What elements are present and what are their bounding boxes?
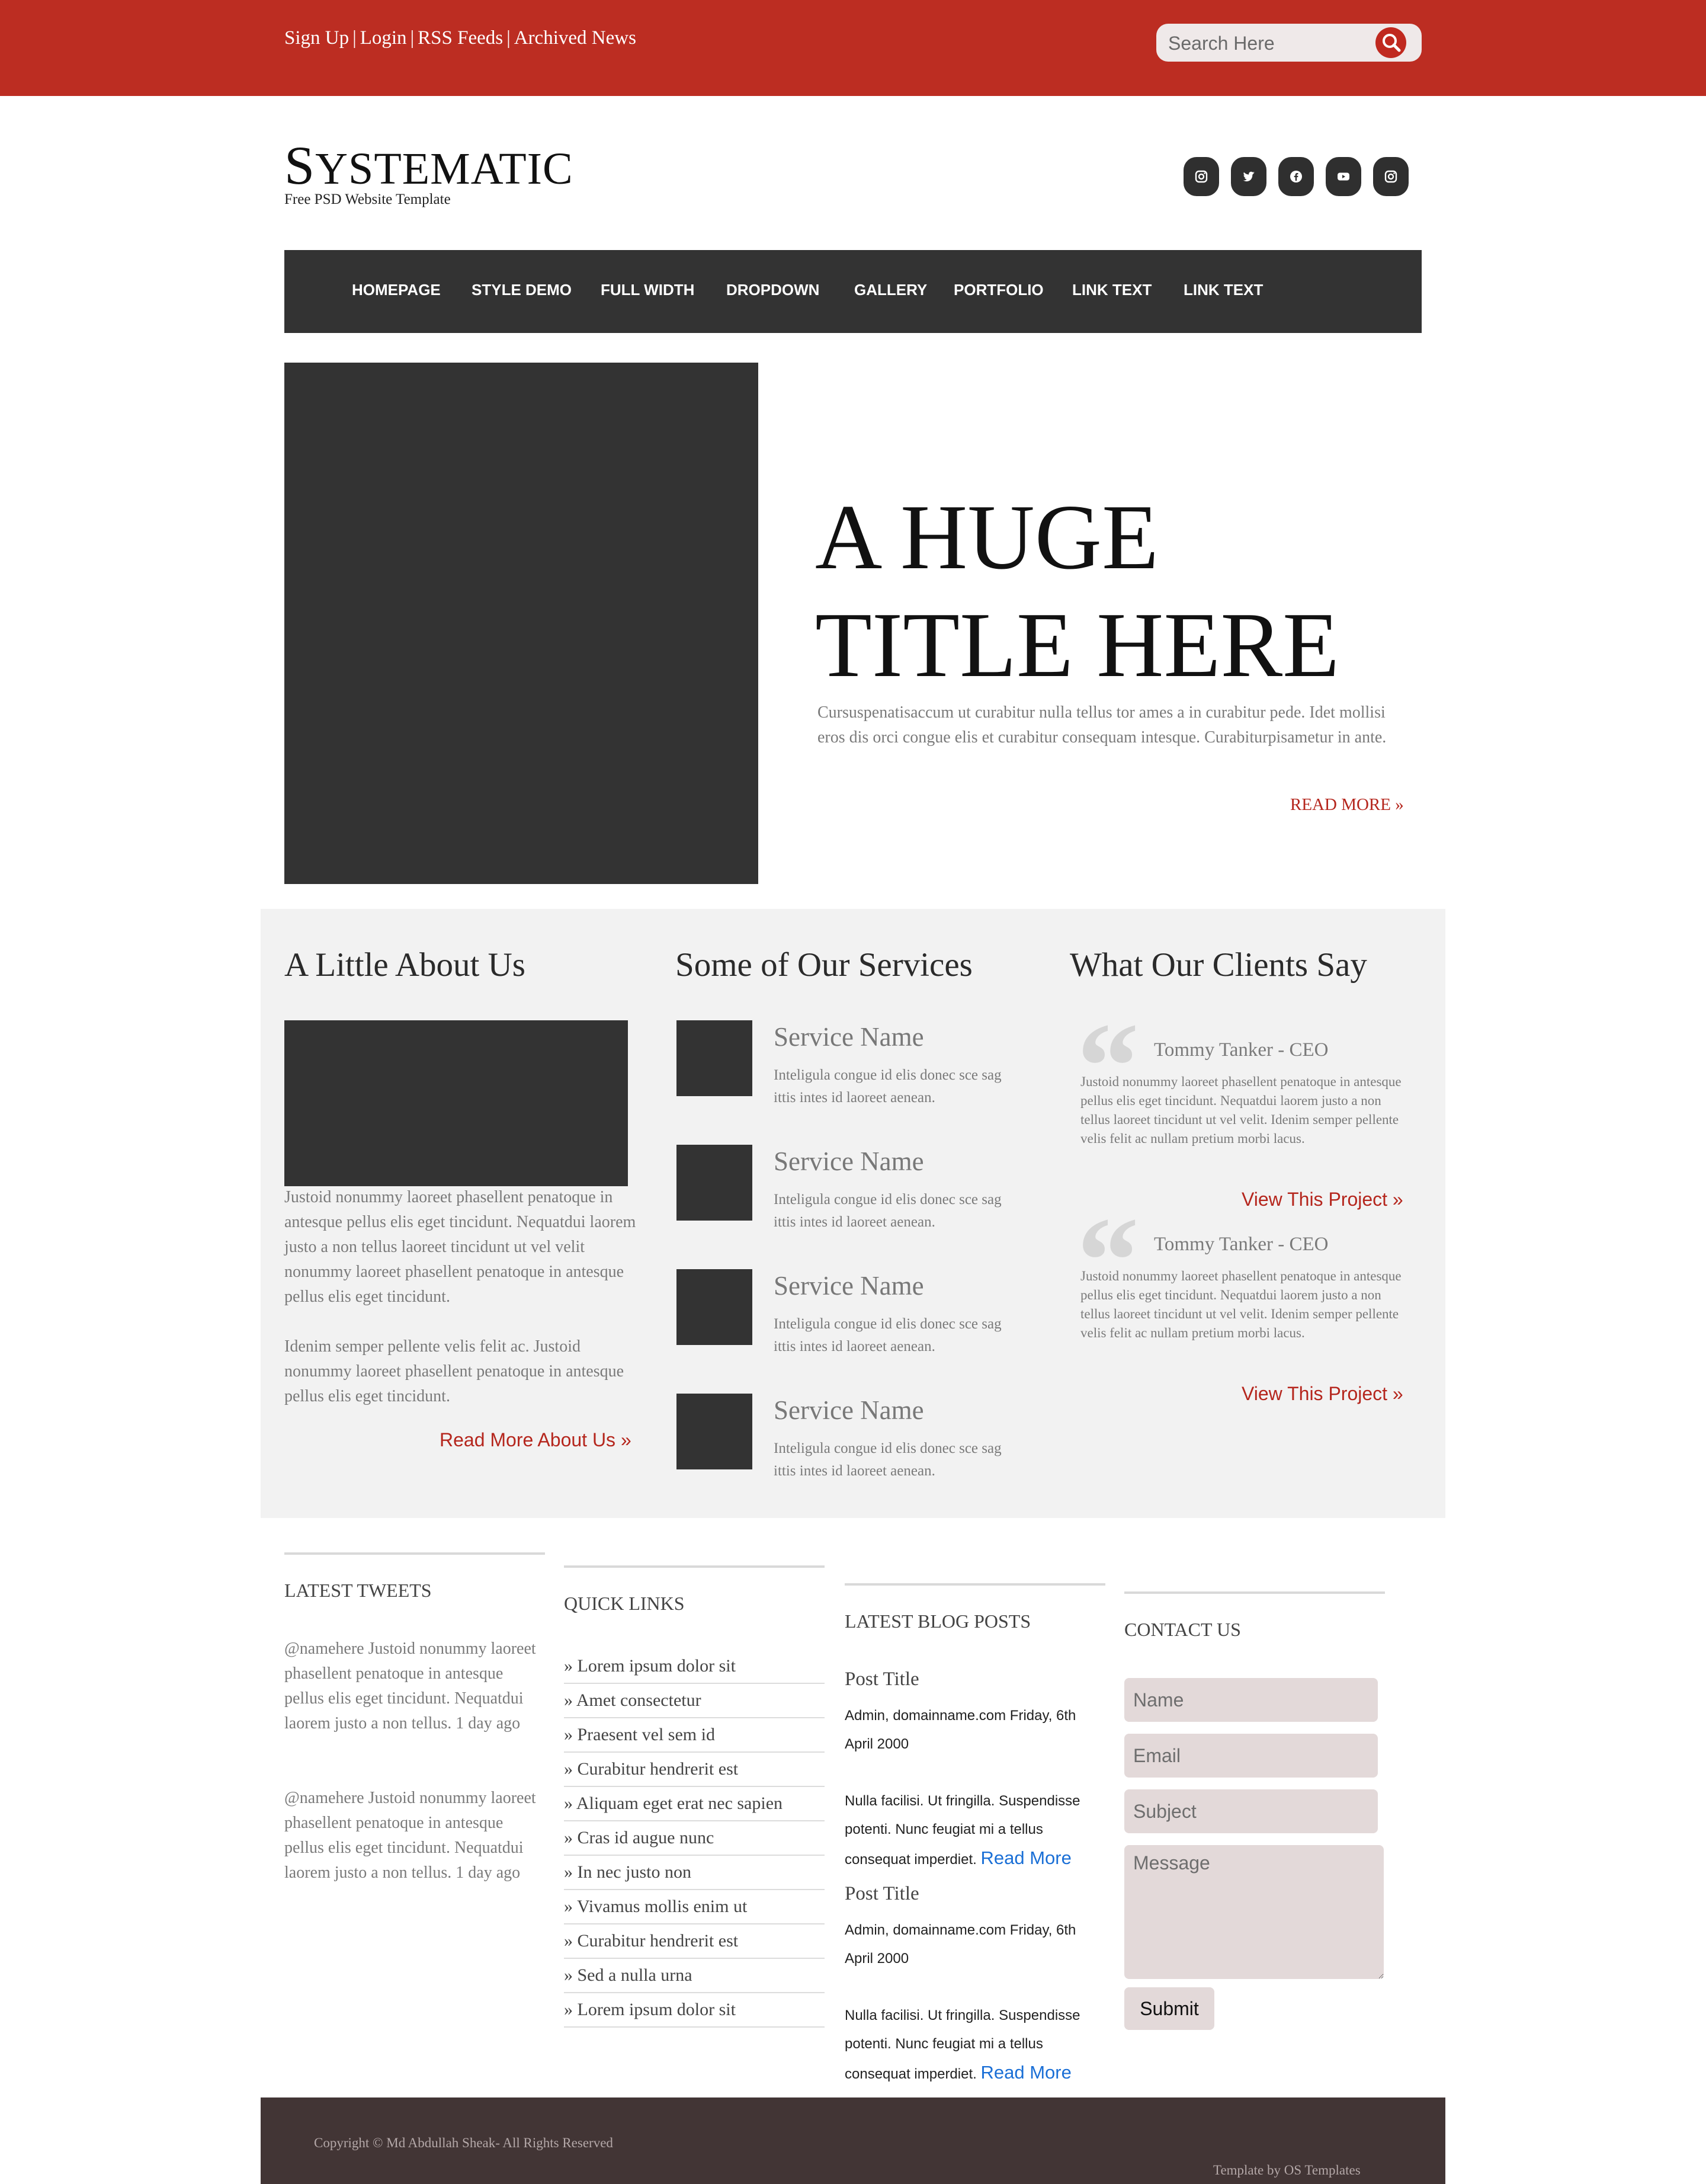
template-credit[interactable]: Template by OS Templates xyxy=(1213,2163,1361,2178)
view-project-link[interactable]: View This Project » xyxy=(1242,1189,1403,1211)
nav-gallery[interactable]: GALLERY xyxy=(854,250,927,333)
search-button[interactable] xyxy=(1375,27,1406,58)
site-tagline: Free PSD Website Template xyxy=(284,191,451,207)
facebook-icon xyxy=(1290,171,1302,182)
nav-link-text[interactable]: LINK TEXT xyxy=(1184,250,1263,333)
service-image-placeholder xyxy=(676,1145,752,1221)
client-testimonial: Justoid nonummy laoreet phasellent penat… xyxy=(1080,1074,1402,1146)
about-paragraph: Idenim semper pellente velis felit ac. J… xyxy=(284,1337,624,1405)
services-heading: Some of Our Services xyxy=(675,946,973,984)
clients-heading: What Our Clients Say xyxy=(1070,946,1367,984)
facebook-button[interactable] xyxy=(1278,157,1314,196)
post-excerpt: Nulla facilisi. Ut fringilla. Suspendiss… xyxy=(845,1793,1080,1868)
client-testimonial: Justoid nonummy laoreet phasellent penat… xyxy=(1080,1269,1402,1340)
post-meta: Admin, domainname.com Friday, 6th April … xyxy=(845,1708,1076,1752)
quick-link[interactable]: » In nec justo non xyxy=(564,1856,825,1890)
submit-button[interactable]: Submit xyxy=(1124,1987,1214,2030)
separator: | xyxy=(410,27,415,49)
about-heading: A Little About Us xyxy=(284,946,525,984)
divider xyxy=(845,1583,1105,1586)
signup-link[interactable]: Sign Up xyxy=(284,27,349,49)
youtube-button[interactable] xyxy=(1326,157,1361,196)
client-name: Tommy Tanker - CEO xyxy=(1154,1039,1329,1061)
instagram-icon xyxy=(1195,170,1208,183)
service-name[interactable]: Service Name xyxy=(774,1145,924,1178)
copyright-text: Copyright © Md Abdullah Sheak- All Right… xyxy=(314,2135,613,2150)
service-name[interactable]: Service Name xyxy=(774,1394,924,1427)
service-name[interactable]: Service Name xyxy=(774,1269,924,1302)
service-image-placeholder xyxy=(676,1269,752,1345)
read-more-about-link[interactable]: Read More About Us » xyxy=(440,1429,631,1451)
divider xyxy=(1124,1591,1385,1594)
instagram-button[interactable] xyxy=(1373,157,1409,196)
instagram-icon xyxy=(1384,170,1397,183)
read-more-link[interactable]: Read More xyxy=(980,1847,1071,1868)
separator: | xyxy=(506,27,511,49)
contact-heading: CONTACT US xyxy=(1124,1619,1241,1640)
quick-link[interactable]: » Amet consectetur xyxy=(564,1684,825,1718)
quick-link[interactable]: » Lorem ipsum dolor sit xyxy=(564,1650,825,1684)
nav-portfolio[interactable]: PORTFOLIO xyxy=(954,250,1044,333)
message-field[interactable] xyxy=(1124,1845,1384,1979)
quick-link[interactable]: » Cras id augue nunc xyxy=(564,1821,825,1856)
nav-link-text[interactable]: LINK TEXT xyxy=(1072,250,1152,333)
hero-read-more-link[interactable]: READ MORE » xyxy=(1290,795,1404,815)
service-text: Inteligula congue id elis donec sce sag … xyxy=(774,1067,1002,1106)
subject-field[interactable] xyxy=(1124,1789,1378,1833)
tweet: @namehere Justoid nonummy laoreet phasel… xyxy=(284,1639,536,1733)
email-field[interactable] xyxy=(1124,1734,1378,1778)
rss-feeds-link[interactable]: RSS Feeds xyxy=(418,27,503,49)
top-bar xyxy=(0,0,1706,96)
site-logo[interactable]: SYSTEMATIC xyxy=(284,138,573,196)
twitter-icon xyxy=(1243,171,1255,182)
hero-text: Cursuspenatisaccum ut curabitur nulla te… xyxy=(817,703,1387,747)
read-more-link[interactable]: Read More xyxy=(980,2062,1071,2083)
post-title[interactable]: Post Title xyxy=(845,1881,919,1907)
separator: | xyxy=(352,27,357,49)
quick-link[interactable]: » Lorem ipsum dolor sit xyxy=(564,1993,825,2028)
post-meta: Admin, domainname.com Friday, 6th April … xyxy=(845,1922,1076,1967)
name-field[interactable] xyxy=(1124,1678,1378,1722)
hero-title: A HUGE TITLE HERE xyxy=(815,485,1340,696)
quick-link[interactable]: » Vivamus mollis enim ut xyxy=(564,1890,825,1924)
post-title[interactable]: Post Title xyxy=(845,1666,919,1692)
hero-image-placeholder xyxy=(284,363,758,884)
twitter-button[interactable] xyxy=(1231,157,1266,196)
tweet: @namehere Justoid nonummy laoreet phasel… xyxy=(284,1789,536,1882)
blog-heading: LATEST BLOG POSTS xyxy=(845,1610,1031,1632)
about-paragraph: Justoid nonummy laoreet phasellent penat… xyxy=(284,1188,636,1306)
service-text: Inteligula congue id elis donec sce sag … xyxy=(774,1192,1002,1230)
divider xyxy=(284,1552,545,1555)
search-box xyxy=(1156,24,1422,62)
quick-link[interactable]: » Sed a nulla urna xyxy=(564,1959,825,1993)
nav-style-demo[interactable]: STYLE DEMO xyxy=(472,250,572,333)
archived-news-link[interactable]: Archived News xyxy=(514,27,636,49)
view-project-link[interactable]: View This Project » xyxy=(1242,1383,1403,1405)
nav-dropdown[interactable]: DROPDOWN xyxy=(726,250,819,333)
youtube-icon xyxy=(1338,172,1349,181)
quick-link[interactable]: » Curabitur hendrerit est xyxy=(564,1753,825,1787)
divider xyxy=(564,1565,825,1568)
top-links: Sign Up | Login | RSS Feeds | Archived News xyxy=(284,24,636,52)
login-link[interactable]: Login xyxy=(360,27,407,49)
instagram-button[interactable] xyxy=(1184,157,1219,196)
nav-homepage[interactable]: HOMEPAGE xyxy=(352,250,441,333)
service-image-placeholder xyxy=(676,1394,752,1469)
service-image-placeholder xyxy=(676,1020,752,1096)
client-name: Tommy Tanker - CEO xyxy=(1154,1234,1329,1255)
service-text: Inteligula congue id elis donec sce sag … xyxy=(774,1316,1002,1354)
post-excerpt: Nulla facilisi. Ut fringilla. Suspendiss… xyxy=(845,2007,1080,2083)
tweets-heading: LATEST TWEETS xyxy=(284,1580,432,1601)
nav-full-width[interactable]: FULL WIDTH xyxy=(601,250,694,333)
service-text: Inteligula congue id elis donec sce sag … xyxy=(774,1440,1002,1479)
service-name[interactable]: Service Name xyxy=(774,1020,924,1053)
search-input[interactable] xyxy=(1167,30,1371,57)
quick-link[interactable]: » Curabitur hendrerit est xyxy=(564,1924,825,1959)
quick-link[interactable]: » Aliquam eget erat nec sapien xyxy=(564,1787,825,1821)
quick-link[interactable]: » Praesent vel sem id xyxy=(564,1718,825,1753)
about-image-placeholder xyxy=(284,1020,628,1186)
search-icon xyxy=(1383,34,1401,52)
quick-links-heading: QUICK LINKS xyxy=(564,1593,685,1614)
about-text: Justoid nonummy laoreet phasellent penat… xyxy=(284,1185,640,1409)
